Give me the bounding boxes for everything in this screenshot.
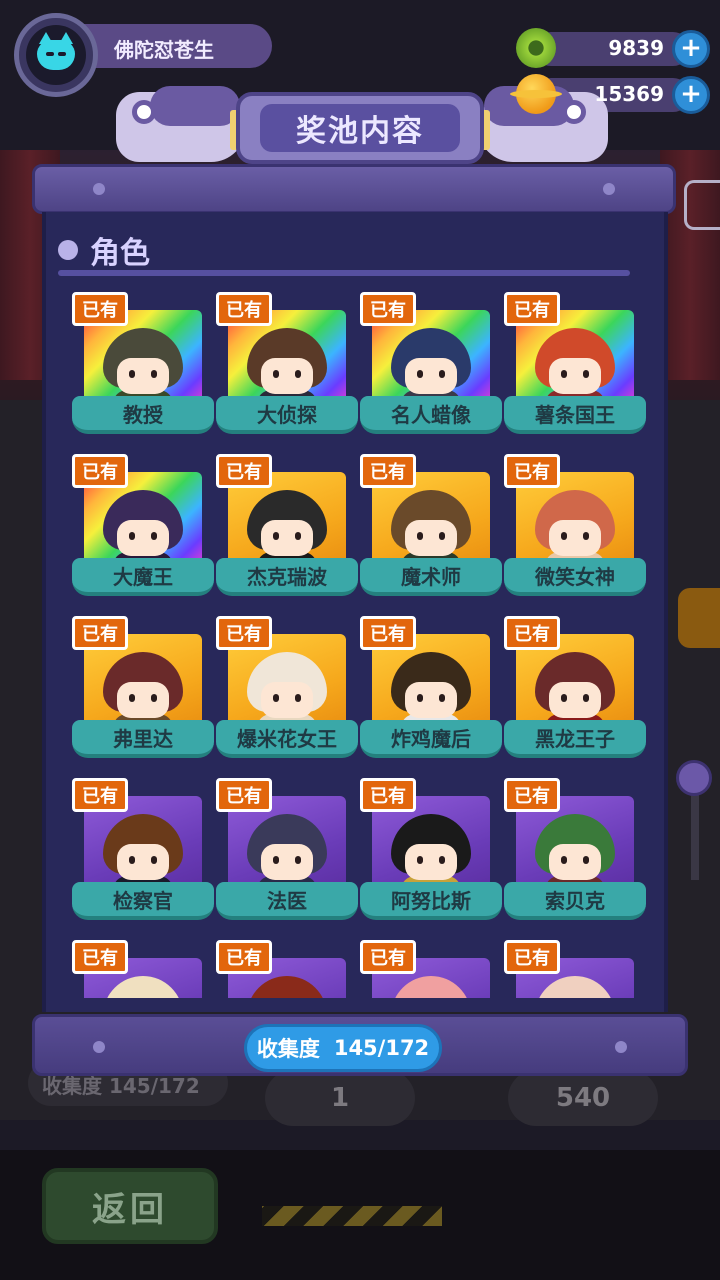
character-name: 魔术师: [360, 558, 502, 596]
character-card[interactable]: 已有 教授: [72, 292, 214, 436]
character-card[interactable]: 已有 微笑女神: [504, 454, 646, 598]
panel-title-plate: 奖池内容: [236, 92, 484, 164]
owned-badge: 已有: [360, 940, 416, 974]
collection-progress: 收集度 145/172: [244, 1024, 442, 1072]
planet-gem-icon: [510, 74, 562, 114]
character-card[interactable]: 已有 大侦探: [216, 292, 358, 436]
owned-badge: 已有: [504, 454, 560, 488]
character-sprite: [241, 972, 333, 998]
add-donut-button[interactable]: +: [672, 30, 710, 68]
character-card[interactable]: 已有: [72, 940, 202, 998]
character-sprite: [529, 972, 621, 998]
owned-badge: 已有: [360, 292, 416, 326]
character-name: 大侦探: [216, 396, 358, 434]
rivet-icon: [93, 1041, 105, 1053]
bullet-dot-icon: [58, 240, 78, 260]
rivet-icon: [93, 183, 105, 195]
owned-badge: 已有: [216, 292, 272, 326]
owned-badge: 已有: [72, 454, 128, 488]
character-name: 名人蜡像: [360, 396, 502, 434]
character-card[interactable]: 已有: [504, 940, 634, 998]
owned-badge: 已有: [504, 616, 560, 650]
character-grid-scroll[interactable]: 已有 教授 已有 大侦探 已有 名人蜡像 已有 薯条国王 已有 大魔王 已有 杰克瑞波 已有 魔术师 已有微…: [52, 292, 664, 998]
rivet-icon: [603, 183, 615, 195]
character-sprite: [97, 972, 189, 998]
character-card[interactable]: 已有 阿努比斯: [360, 778, 502, 922]
currency-donut-value: 9839: [608, 36, 664, 60]
character-card[interactable]: 已有 索贝克: [504, 778, 646, 922]
rivet-icon: [615, 1041, 627, 1053]
currency-planet-value: 15369: [594, 82, 664, 106]
character-name: 法医: [216, 882, 358, 920]
character-card[interactable]: 已有 黑龙王子: [504, 616, 646, 760]
owned-badge: 已有: [216, 940, 272, 974]
owned-badge: 已有: [72, 940, 128, 974]
side-orange-block: [678, 588, 720, 648]
lever-stick: [691, 790, 699, 880]
owned-badge: 已有: [216, 616, 272, 650]
panel-title: 奖池内容: [260, 104, 460, 152]
character-name: 薯条国王: [504, 396, 646, 434]
currency-planet: 15369 +: [510, 74, 710, 114]
owned-badge: 已有: [504, 778, 560, 812]
character-card[interactable]: 已有 名人蜡像: [360, 292, 502, 436]
character-card[interactable]: 已有 法医: [216, 778, 358, 922]
currency-donut: 9839 +: [510, 28, 710, 68]
character-card[interactable]: 已有 炸鸡魔后: [360, 616, 502, 760]
character-name: 阿努比斯: [360, 882, 502, 920]
character-card[interactable]: 已有 大魔王: [72, 454, 214, 598]
owned-badge: 已有: [216, 454, 272, 488]
owned-badge: 已有: [216, 778, 272, 812]
character-name: 炸鸡魔后: [360, 720, 502, 758]
category-title: 角色: [90, 236, 150, 271]
character-name: 微笑女神: [504, 558, 646, 596]
character-name: 大魔王: [72, 558, 214, 596]
character-name: 爆米花女王: [216, 720, 358, 758]
character-card[interactable]: 已有 薯条国王: [504, 292, 646, 436]
background-counter-a: 1: [265, 1070, 415, 1126]
category-header: 角色: [58, 228, 630, 280]
owned-badge: 已有: [72, 292, 128, 326]
clip-icon: [684, 180, 720, 230]
owned-badge: 已有: [72, 778, 128, 812]
character-card[interactable]: 已有 魔术师: [360, 454, 502, 598]
owned-badge: 已有: [360, 454, 416, 488]
owned-badge: 已有: [504, 292, 560, 326]
background-counter-b: 540: [508, 1070, 658, 1126]
owned-badge: 已有: [72, 616, 128, 650]
character-grid: 已有 教授 已有 大侦探 已有 名人蜡像 已有 薯条国王 已有 大魔王 已有 杰克瑞波 已有 魔术师 已有微…: [52, 292, 664, 998]
back-button: 返回: [42, 1168, 218, 1244]
panel-top-bar: [32, 164, 676, 214]
donut-coin-icon: [516, 28, 556, 68]
player-profile[interactable]: 佛陀怼苍生: [14, 13, 272, 97]
owned-badge: 已有: [360, 778, 416, 812]
character-card[interactable]: 已有 爆米花女王: [216, 616, 358, 760]
character-card[interactable]: 已有: [216, 940, 346, 998]
character-name: 弗里达: [72, 720, 214, 758]
character-name: 教授: [72, 396, 214, 434]
character-card[interactable]: 已有 杰克瑞波: [216, 454, 358, 598]
lever-knob-icon: [676, 760, 712, 796]
character-card[interactable]: 已有 检察官: [72, 778, 214, 922]
add-planet-button[interactable]: +: [672, 76, 710, 114]
player-name: 佛陀怼苍生: [114, 38, 214, 62]
character-name: 黑龙王子: [504, 720, 646, 758]
character-card[interactable]: 已有 弗里达: [72, 616, 214, 760]
avatar[interactable]: [14, 13, 98, 97]
character-name: 杰克瑞波: [216, 558, 358, 596]
character-name: 检察官: [72, 882, 214, 920]
character-card[interactable]: 已有: [360, 940, 490, 998]
character-name: 索贝克: [504, 882, 646, 920]
owned-badge: 已有: [360, 616, 416, 650]
fish-eye-icon: [132, 100, 156, 124]
collection-progress-value: 145/172: [333, 1036, 430, 1060]
fish-eye-icon: [562, 100, 586, 124]
cat-avatar-icon: [37, 32, 75, 70]
character-sprite: [385, 972, 477, 998]
collection-progress-label: 收集度: [256, 1037, 320, 1061]
hazard-stripe: [262, 1206, 442, 1226]
owned-badge: 已有: [504, 940, 560, 974]
